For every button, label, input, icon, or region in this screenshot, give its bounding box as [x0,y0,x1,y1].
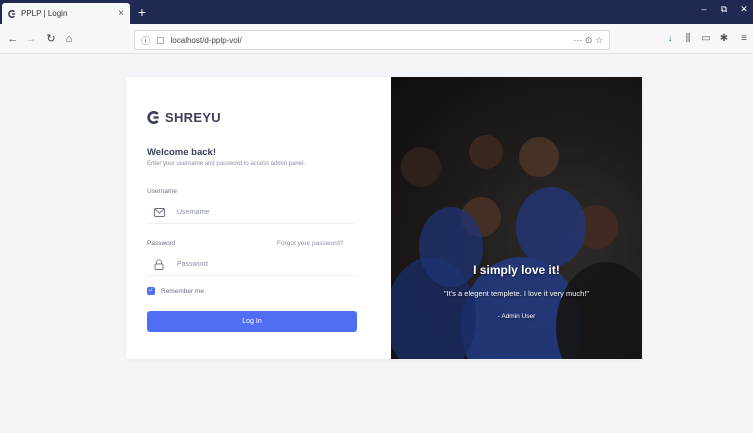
site-info-icon[interactable]: ⓘ [141,34,150,47]
extension-icon[interactable]: ✱ [718,33,730,45]
password-label: Password [147,240,176,247]
page-icon: ▢ [156,34,165,45]
menu-icon[interactable]: ≡ [738,33,750,45]
username-input[interactable] [177,209,347,216]
sidebar-icon[interactable]: ▭ [700,33,712,45]
forward-arrow-icon[interactable]: → [24,32,38,46]
tab-title: PPLP | Login [21,9,68,18]
lock-icon [149,255,169,275]
address-bar[interactable]: ⓘ ▢ localhost/d-pplp-vol/ ··· ⊙ ☆ [134,30,610,50]
mail-icon [149,203,169,223]
testimonial-quote: "It's a elegent templete. I love it very… [443,289,590,298]
restore-button[interactable]: ⧉ [717,4,731,15]
site-favicon-icon [8,9,16,18]
login-card: SHREYU Welcome back! Enter your username… [126,77,642,359]
remember-me-label: Remember me [161,287,204,295]
url-text[interactable]: localhost/d-pplp-vol/ [171,36,566,45]
brand-logo: SHREYU [147,110,221,125]
browser-nav-bar: ← → ↻ ⌂ ⓘ ▢ localhost/d-pplp-vol/ ··· ⊙ … [0,24,753,54]
username-field-wrapper [147,202,356,224]
reload-icon[interactable]: ↻ [44,32,58,46]
password-field-wrapper [147,254,356,276]
remember-me[interactable]: ✓ Remember me [147,287,204,295]
close-window-button[interactable]: ✕ [737,4,751,15]
download-icon[interactable]: ↓ [664,33,676,45]
password-input[interactable] [177,261,347,268]
home-icon[interactable]: ⌂ [62,32,76,46]
browser-tab-bar: PPLP | Login × + – ⧉ ✕ [0,0,753,24]
new-tab-button[interactable]: + [134,4,150,20]
welcome-subtitle: Enter your username and password to acce… [147,161,306,167]
login-form-panel: SHREYU Welcome back! Enter your username… [126,77,391,359]
username-label: Username [147,188,177,195]
brand-name: SHREYU [165,110,221,125]
tab-close-icon[interactable]: × [118,8,124,19]
brand-logo-icon [147,111,159,124]
page-actions[interactable]: ··· ⊙ ☆ [573,35,603,46]
forgot-password-link[interactable]: Forgot your password? [277,240,343,247]
minimize-button[interactable]: – [697,4,711,14]
testimonial-title: I simply love it! [473,263,560,277]
testimonial-author: - Admin User [497,313,536,320]
library-icon[interactable]: ⫼ [682,33,694,45]
testimonial-panel: I simply love it! "It's a elegent temple… [391,77,642,359]
remember-me-checkbox[interactable]: ✓ [147,287,155,295]
welcome-heading: Welcome back! [147,147,216,158]
back-arrow-icon[interactable]: ← [6,32,20,46]
browser-tab[interactable]: PPLP | Login × [2,3,130,24]
login-button[interactable]: Log In [147,311,357,332]
